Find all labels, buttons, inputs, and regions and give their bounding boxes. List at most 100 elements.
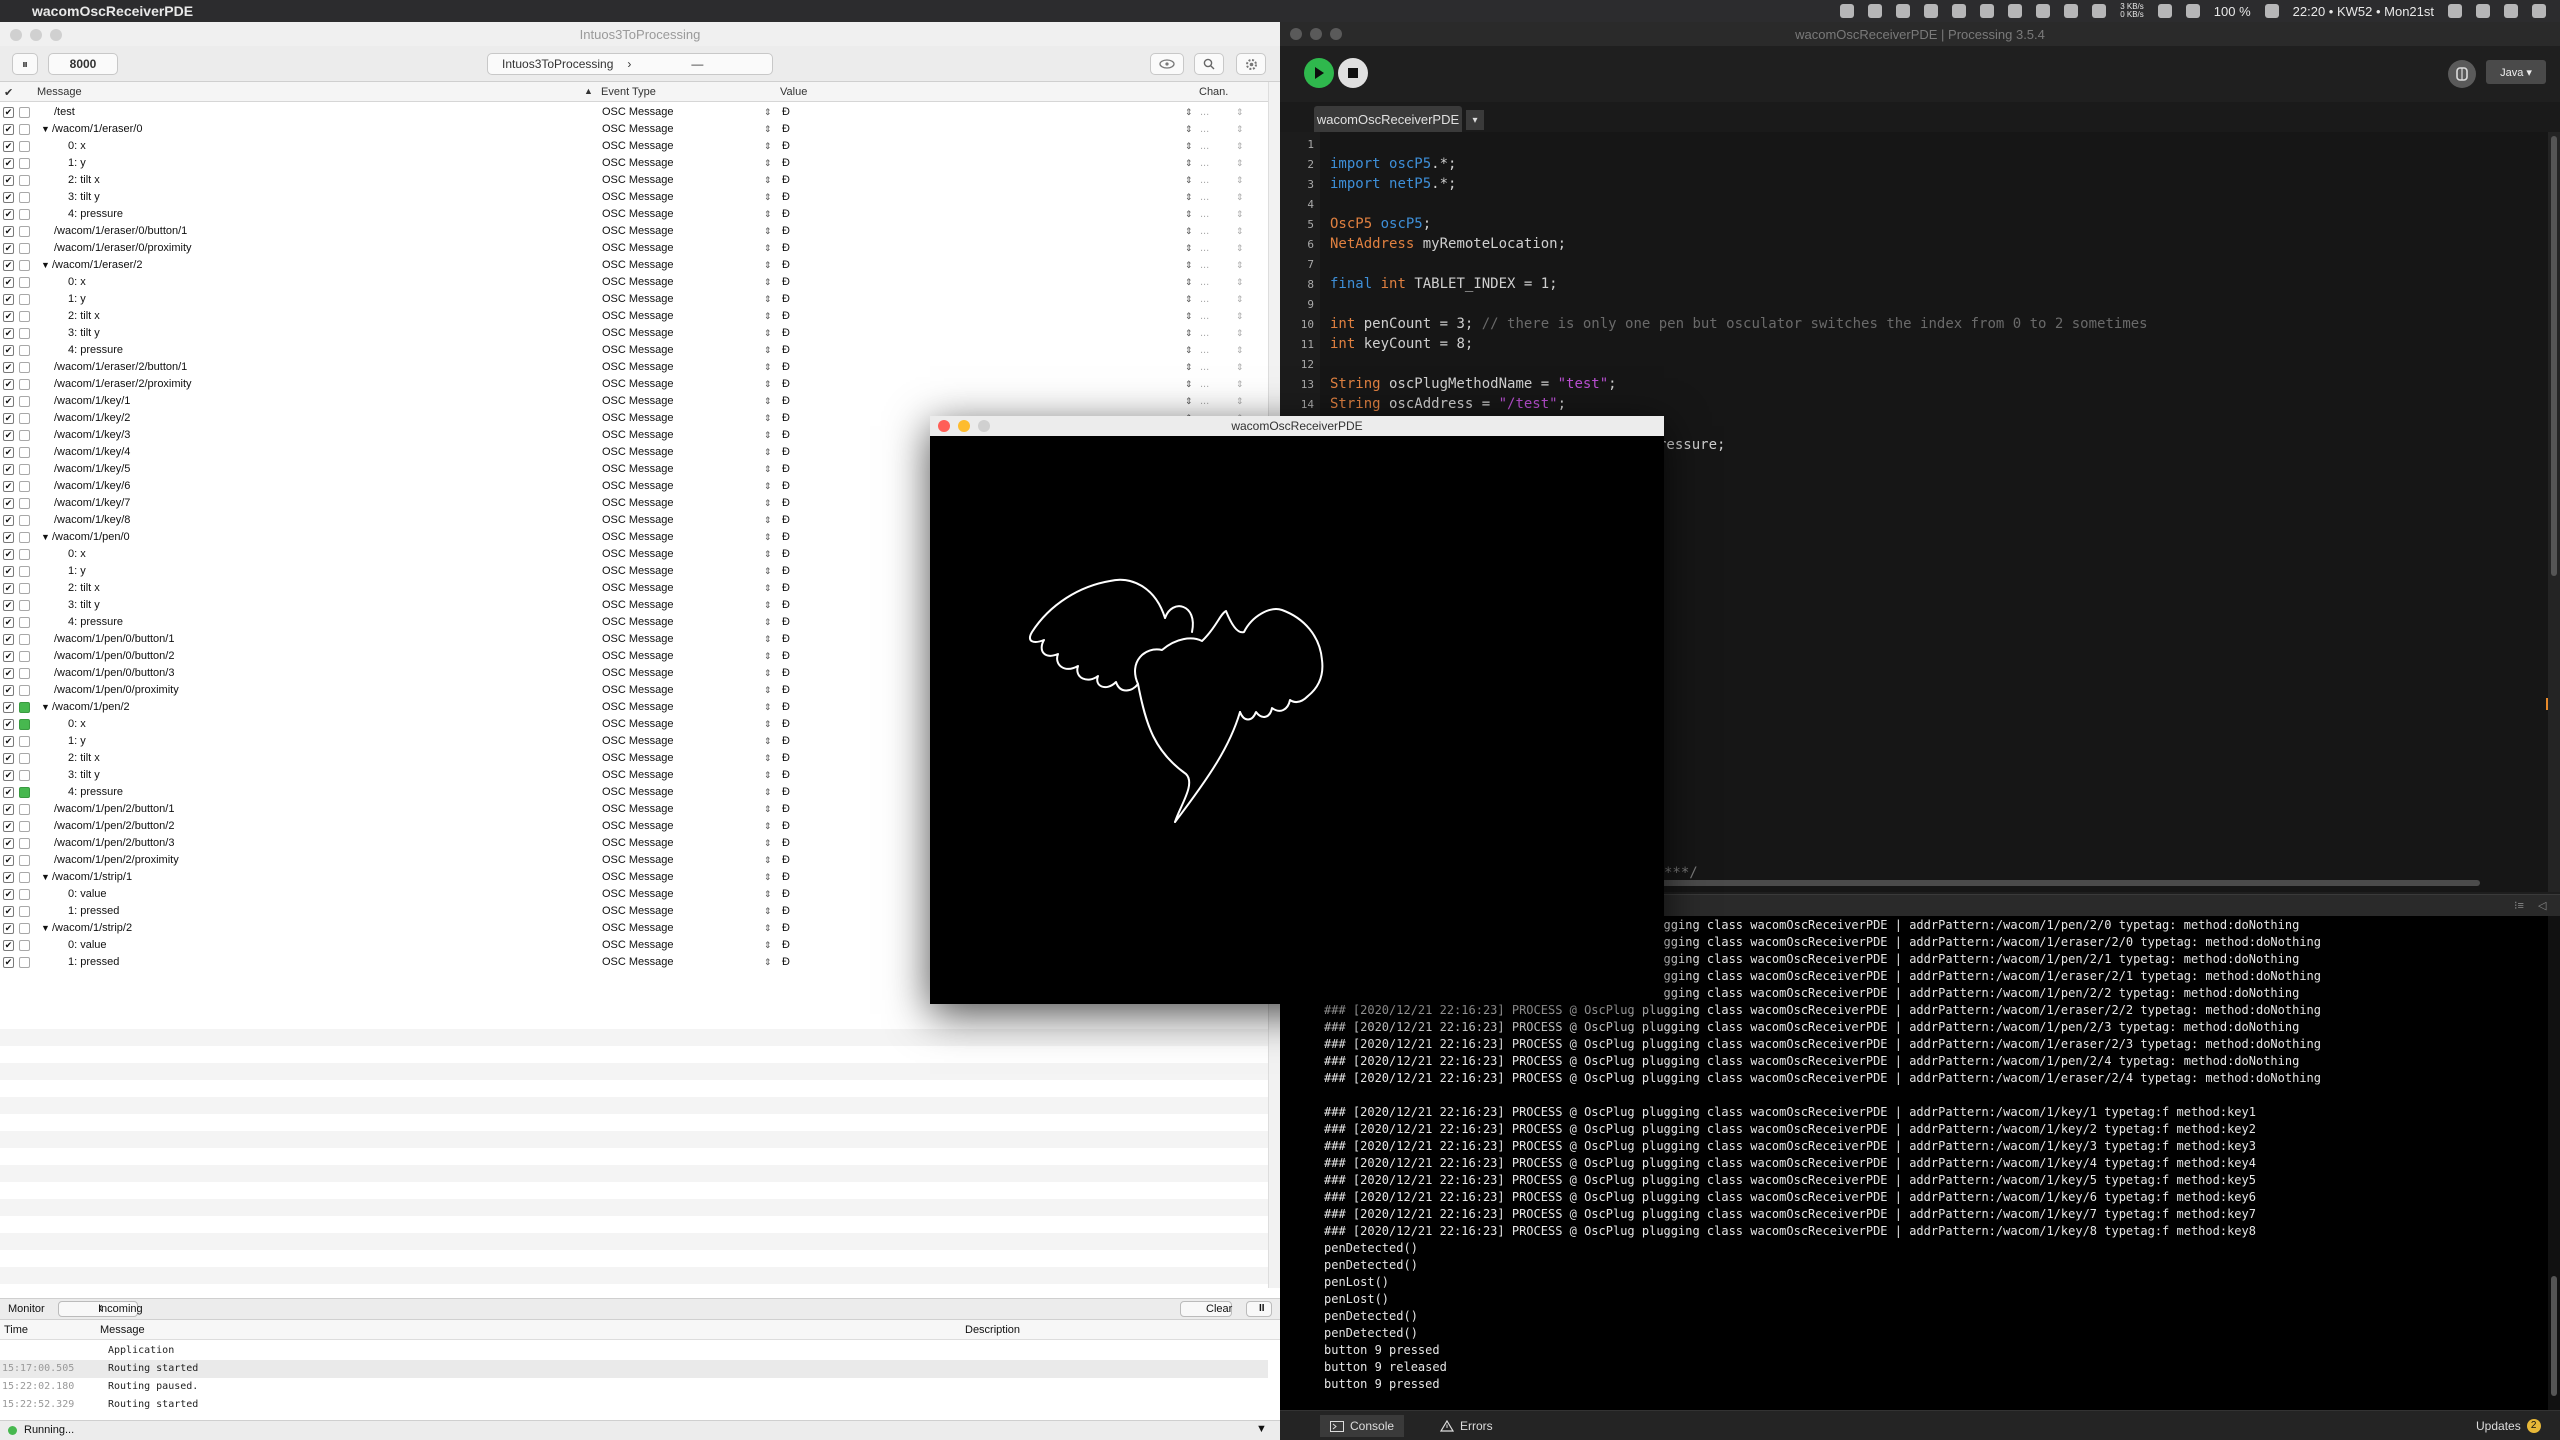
console-scroll-thumb[interactable] — [2551, 1276, 2557, 1396]
battery-percent[interactable]: 100 % — [2214, 4, 2251, 19]
tab-errors[interactable]: Errors — [1430, 1415, 1503, 1437]
event-type-stepper-icon[interactable]: ⇕ — [764, 138, 772, 155]
message-value[interactable]: Ð — [782, 801, 790, 818]
settings-icon[interactable] — [1924, 4, 1939, 18]
table-row[interactable]: ✔ 3: tilt y OSC Message ⇕ Ð ⇕... ⇕ — [0, 189, 1268, 206]
table-row[interactable]: ✔ /wacom/1/eraser/0/proximity OSC Message ⇕… — [0, 240, 1268, 257]
channel-stepper-icon[interactable]: ⇕ — [1236, 104, 1244, 121]
event-type-stepper-icon[interactable]: ⇕ — [764, 512, 772, 529]
tab-wacomOscReceiverPDE[interactable]: wacomOscReceiverPDE — [1314, 106, 1462, 132]
table-row[interactable]: ✔ 2: tilt x OSC Message ⇕ Ð ⇕... ⇕ — [0, 172, 1268, 189]
channel-value[interactable]: ... — [1200, 308, 1209, 325]
event-type[interactable]: OSC Message — [602, 138, 674, 155]
monitor-row[interactable]: Application — [0, 1342, 1268, 1360]
event-type-stepper-icon[interactable]: ⇕ — [764, 648, 772, 665]
event-type[interactable]: OSC Message — [602, 461, 674, 478]
channel-stepper-icon[interactable]: ⇕ — [1236, 359, 1244, 376]
disclosure-triangle-icon[interactable]: ▼ — [41, 699, 50, 716]
event-type[interactable]: OSC Message — [602, 903, 674, 920]
table-row[interactable]: ✔ 4: pressure OSC Message ⇕ Ð ⇕... ⇕ — [0, 206, 1268, 223]
enable-checkbox[interactable]: ✔ — [3, 447, 14, 458]
event-type[interactable]: OSC Message — [602, 104, 674, 121]
event-type-stepper-icon[interactable]: ⇕ — [764, 444, 772, 461]
collapse-console-icon[interactable]: ◁ — [2538, 899, 2546, 912]
enable-checkbox[interactable]: ✔ — [3, 787, 14, 798]
event-type-stepper-icon[interactable]: ⇕ — [764, 291, 772, 308]
message-value[interactable]: Ð — [782, 665, 790, 682]
event-type-stepper-icon[interactable]: ⇕ — [764, 886, 772, 903]
event-type[interactable]: OSC Message — [602, 631, 674, 648]
message-value[interactable]: Ð — [782, 818, 790, 835]
event-type-stepper-icon[interactable]: ⇕ — [764, 818, 772, 835]
close-button[interactable] — [10, 29, 22, 41]
event-type-stepper-icon[interactable]: ⇕ — [764, 376, 772, 393]
message-value[interactable]: Ð — [782, 257, 790, 274]
enable-checkbox[interactable]: ✔ — [3, 923, 14, 934]
monitor-row[interactable]: 15:22:02.180 Routing paused. — [0, 1378, 1268, 1396]
disclosure-triangle-icon[interactable]: ▼ — [41, 920, 50, 937]
channel-stepper-icon[interactable]: ⇕ — [1236, 291, 1244, 308]
channel-value[interactable]: ... — [1200, 155, 1209, 172]
event-type-stepper-icon[interactable]: ⇕ — [764, 682, 772, 699]
channel-stepper-icon[interactable]: ⇕ — [1236, 393, 1244, 410]
enable-checkbox[interactable]: ✔ — [3, 430, 14, 441]
event-type-stepper-icon[interactable]: ⇕ — [764, 240, 772, 257]
enable-checkbox[interactable]: ✔ — [3, 804, 14, 815]
event-type-stepper-icon[interactable]: ⇕ — [764, 495, 772, 512]
event-type[interactable]: OSC Message — [602, 359, 674, 376]
editor-scrollbar[interactable] — [2548, 132, 2560, 892]
value-stepper-icon[interactable]: ⇕ — [1185, 325, 1193, 342]
table-row[interactable]: ✔ 0: x OSC Message ⇕ Ð ⇕... ⇕ — [0, 274, 1268, 291]
enable-checkbox[interactable]: ✔ — [3, 549, 14, 560]
enable-checkbox[interactable]: ✔ — [3, 464, 14, 475]
event-type-stepper-icon[interactable]: ⇕ — [764, 631, 772, 648]
enable-checkbox[interactable]: ✔ — [3, 498, 14, 509]
enable-checkbox[interactable]: ✔ — [3, 583, 14, 594]
message-value[interactable]: Ð — [782, 886, 790, 903]
event-type-stepper-icon[interactable]: ⇕ — [764, 274, 772, 291]
volume-icon[interactable] — [2064, 4, 2079, 18]
channel-stepper-icon[interactable]: ⇕ — [1236, 121, 1244, 138]
channel-value[interactable]: ... — [1200, 104, 1209, 121]
event-type-stepper-icon[interactable]: ⇕ — [764, 954, 772, 971]
enable-checkbox[interactable]: ✔ — [3, 379, 14, 390]
event-type[interactable]: OSC Message — [602, 512, 674, 529]
channel-value[interactable]: ... — [1200, 223, 1209, 240]
event-type[interactable]: OSC Message — [602, 274, 674, 291]
table-row[interactable]: ✔ 1: y OSC Message ⇕ Ð ⇕... ⇕ — [0, 291, 1268, 308]
enable-checkbox[interactable]: ✔ — [3, 107, 14, 118]
channel-value[interactable]: ... — [1200, 240, 1209, 257]
enable-checkbox[interactable]: ✔ — [3, 634, 14, 645]
channel-value[interactable]: ... — [1200, 291, 1209, 308]
enable-checkbox[interactable]: ✔ — [3, 311, 14, 322]
channel-value[interactable]: ... — [1200, 325, 1209, 342]
enable-checkbox[interactable]: ✔ — [3, 260, 14, 271]
chevron-down-icon[interactable]: ▼ — [1256, 1423, 1267, 1435]
message-value[interactable]: Ð — [782, 104, 790, 121]
channel-value[interactable]: ... — [1200, 359, 1209, 376]
enable-checkbox[interactable]: ✔ — [3, 515, 14, 526]
disclosure-triangle-icon[interactable]: ▼ — [41, 257, 50, 274]
message-value[interactable]: Ð — [782, 580, 790, 597]
table-row[interactable]: ✔ ▼/wacom/1/eraser/2 OSC Message ⇕ Ð ⇕... ⇕ — [0, 257, 1268, 274]
event-type-stepper-icon[interactable]: ⇕ — [764, 903, 772, 920]
event-type-stepper-icon[interactable]: ⇕ — [764, 580, 772, 597]
message-value[interactable]: Ð — [782, 563, 790, 580]
enable-checkbox[interactable]: ✔ — [3, 209, 14, 220]
event-type[interactable]: OSC Message — [602, 886, 674, 903]
value-stepper-icon[interactable]: ⇕ — [1185, 274, 1193, 291]
event-type[interactable]: OSC Message — [602, 580, 674, 597]
message-value[interactable]: Ð — [782, 427, 790, 444]
user-icon[interactable] — [2476, 4, 2490, 18]
table-row[interactable]: ✔ 2: tilt x OSC Message ⇕ Ð ⇕... ⇕ — [0, 308, 1268, 325]
monitor-pause-button[interactable]: II — [1246, 1301, 1272, 1317]
message-value[interactable]: Ð — [782, 393, 790, 410]
value-stepper-icon[interactable]: ⇕ — [1185, 223, 1193, 240]
event-type-stepper-icon[interactable]: ⇕ — [764, 614, 772, 631]
event-type[interactable]: OSC Message — [602, 240, 674, 257]
event-type[interactable]: OSC Message — [602, 155, 674, 172]
channel-stepper-icon[interactable]: ⇕ — [1236, 155, 1244, 172]
eye-button[interactable] — [1150, 53, 1184, 75]
value-stepper-icon[interactable]: ⇕ — [1185, 291, 1193, 308]
sketch-zoom-button[interactable] — [978, 420, 990, 432]
